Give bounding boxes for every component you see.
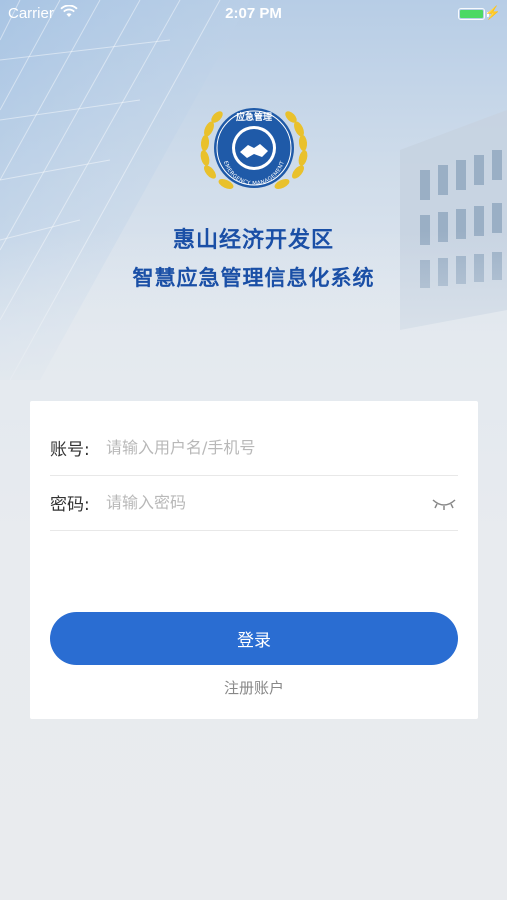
register-account-link[interactable]: 注册账户 <box>30 677 478 698</box>
login-card: 账号: 密码: 登录 注册账户 <box>30 401 478 719</box>
password-label: 密码: <box>50 495 90 515</box>
password-input[interactable] <box>106 493 430 512</box>
emblem-top-text: 应急管理 <box>236 111 272 123</box>
battery-level <box>460 10 483 18</box>
login-button[interactable]: 登录 <box>50 612 458 665</box>
password-field: 密码: <box>50 475 458 531</box>
title-line-2: 智慧应急管理信息化系统 <box>132 266 375 290</box>
background-image <box>0 0 507 420</box>
status-time: 2:07 PM <box>225 5 282 22</box>
account-input[interactable] <box>106 438 458 457</box>
title-line-1: 惠山经济开发区 <box>172 228 334 253</box>
emergency-management-emblem: 应急管理 EMERGENCY MANAGEMENT <box>196 102 312 202</box>
charging-bolt-icon: ⚡ <box>484 5 501 20</box>
account-field: 账号: <box>50 420 458 476</box>
account-label: 账号: <box>50 440 90 460</box>
status-bar: Carrier 2:07 PM ⚡ <box>0 0 507 28</box>
app-title: 惠山经济开发区 智慧应急管理信息化系统 <box>0 222 507 292</box>
battery-icon <box>458 8 485 20</box>
eye-closed-icon[interactable] <box>430 493 458 513</box>
